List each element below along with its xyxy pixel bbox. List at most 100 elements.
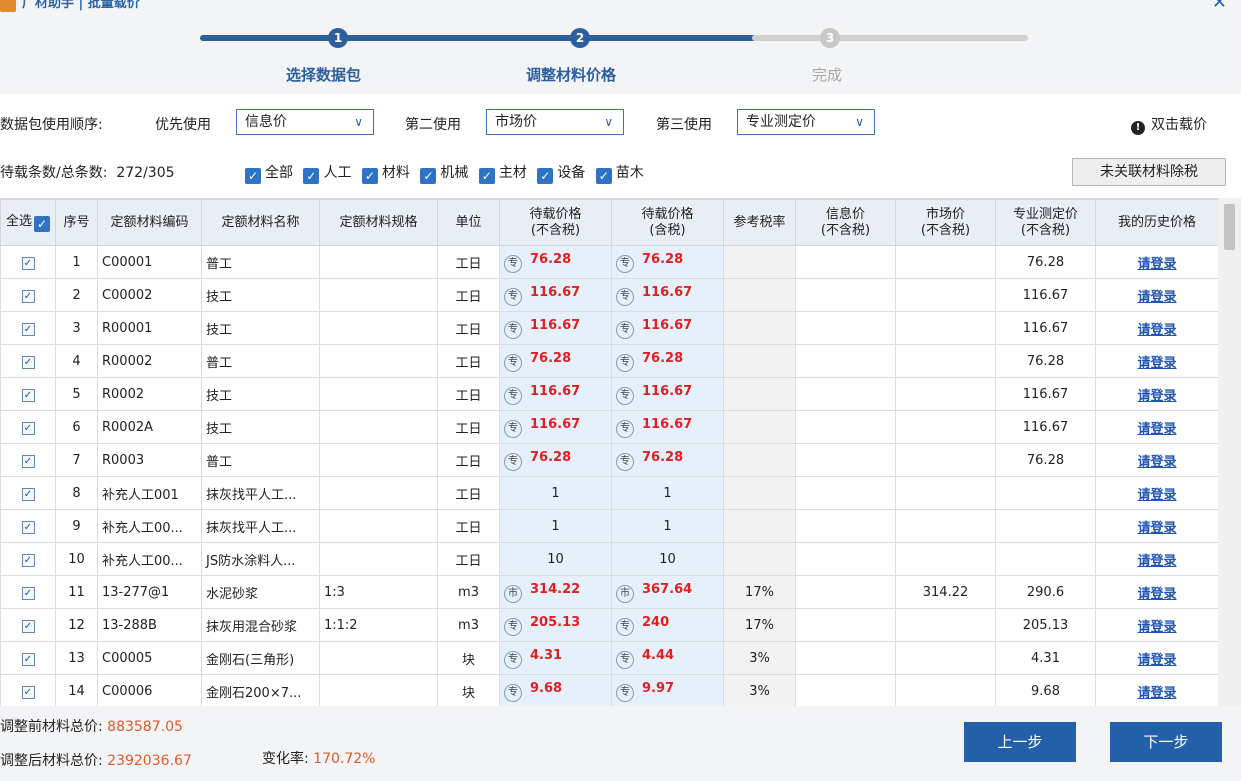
login-link[interactable]: 请登录: [1137, 587, 1176, 602]
row-checkbox[interactable]: ✓: [0, 674, 56, 706]
checkbox-seedling[interactable]: ✓ 苗木: [595, 165, 644, 184]
price-ex-cell[interactable]: 1: [499, 509, 612, 543]
price-in-cell[interactable]: 市 367.64: [611, 575, 724, 609]
price-in-cell[interactable]: 专 240: [611, 608, 724, 642]
checkbox-all[interactable]: ✓ 全部: [245, 165, 293, 184]
table-row[interactable]: ✓ 12 13-288B 抹灰用混合砂浆 1:1:2 m3 专 205.13 专 240 17% 20…: [0, 608, 1218, 642]
table-scrollbar[interactable]: [1218, 198, 1241, 706]
login-link[interactable]: 请登录: [1137, 620, 1176, 635]
close-icon[interactable]: ✕: [1212, 0, 1227, 12]
login-link[interactable]: 请登录: [1137, 455, 1176, 470]
checkbox-machine[interactable]: ✓ 机械: [420, 165, 468, 184]
table-row[interactable]: ✓ 9 补充人工00... 抹灰找平人工... 工日 1 1 请登录: [0, 509, 1218, 543]
checkbox-checked-icon: ✓: [595, 168, 612, 184]
row-checkbox[interactable]: ✓: [0, 377, 56, 411]
price-ex-cell[interactable]: 专 116.67: [499, 311, 612, 345]
table-row[interactable]: ✓ 4 R00002 普工 工日专 76.28 专 76.28 76.28 请登录: [0, 344, 1218, 378]
price-ex-cell[interactable]: 市 314.22: [499, 575, 612, 609]
price-ex-cell[interactable]: 10: [499, 542, 612, 576]
login-link[interactable]: 请登录: [1137, 422, 1176, 437]
price-ex-cell[interactable]: 专 116.67: [499, 278, 612, 312]
header-pro-price: 专业测定价 (不含税): [995, 199, 1096, 246]
row-checkbox[interactable]: ✓: [0, 443, 56, 477]
price-in-cell[interactable]: 专 76.28: [611, 344, 724, 378]
row-checkbox[interactable]: ✓: [0, 311, 56, 345]
row-unit: 块: [437, 674, 500, 706]
table-row[interactable]: ✓ 6 R0002A 技工 工日专 116.67 专 116.67 116.67 请登录: [0, 410, 1218, 444]
row-checkbox[interactable]: ✓: [0, 278, 56, 312]
price-ex-cell[interactable]: 专 116.67: [499, 377, 612, 411]
checkbox-equipment[interactable]: ✓ 设备: [537, 165, 585, 184]
table-row[interactable]: ✓ 2 C00002 技工 工日专 116.67 专 116.67 116.67 请登录: [0, 278, 1218, 312]
login-link[interactable]: 请登录: [1137, 290, 1176, 305]
price-in-cell[interactable]: 10: [611, 542, 724, 576]
next-step-button[interactable]: 下一步: [1110, 722, 1222, 762]
scrollbar-thumb[interactable]: [1224, 204, 1235, 250]
row-checkbox[interactable]: ✓: [0, 476, 56, 510]
price-ex-cell[interactable]: 专 116.67: [499, 410, 612, 444]
row-checkbox[interactable]: ✓: [0, 575, 56, 609]
table-row[interactable]: ✓ 5 R0002 技工 工日专 116.67 专 116.67 116.67 请登录: [0, 377, 1218, 411]
price-ex-cell[interactable]: 专 9.68: [499, 674, 612, 706]
table-row[interactable]: ✓ 8 补充人工001 抹灰找平人工... 工日 1 1 请登录: [0, 476, 1218, 510]
header-select-all[interactable]: 全选 ✓: [0, 199, 56, 246]
table-row[interactable]: ✓ 7 R0003 普工 工日专 76.28 专 76.28 76.28 请登录: [0, 443, 1218, 477]
second-use-select[interactable]: 市场价 ∨: [486, 109, 624, 135]
table-row[interactable]: ✓ 3 R00001 技工 工日专 116.67 专 116.67 116.67 请登录: [0, 311, 1218, 345]
row-checkbox[interactable]: ✓: [0, 410, 56, 444]
table-row[interactable]: ✓ 10 补充人工00... JS防水涂料人... 工日 10 10 请登录: [0, 542, 1218, 576]
price-in-cell[interactable]: 专 116.67: [611, 278, 724, 312]
price-in-value: 4.44: [642, 647, 675, 663]
login-link[interactable]: 请登录: [1137, 356, 1176, 371]
row-spec: [319, 278, 438, 312]
login-link[interactable]: 请登录: [1137, 488, 1176, 503]
price-in-cell[interactable]: 1: [611, 509, 724, 543]
checkbox-main-material[interactable]: ✓ 主材: [478, 165, 527, 184]
checkbox-material[interactable]: ✓ 材料: [361, 165, 410, 184]
row-index: 5: [55, 377, 98, 411]
price-in-cell[interactable]: 专 76.28: [611, 443, 724, 477]
price-in-cell[interactable]: 1: [611, 476, 724, 510]
table-row[interactable]: ✓ 14 C00006 金刚石200×7... 块专 9.68 专 9.97 3% 9.68 请登录: [0, 674, 1218, 706]
price-ex-cell[interactable]: 专 4.31: [499, 641, 612, 675]
price-in-cell[interactable]: 专 116.67: [611, 311, 724, 345]
checkbox-labor[interactable]: ✓ 人工: [303, 165, 351, 184]
price-in-cell[interactable]: 专 116.67: [611, 377, 724, 411]
step-1-marker: 1: [328, 28, 348, 48]
price-ex-cell[interactable]: 专 76.28: [499, 443, 612, 477]
third-use-select[interactable]: 专业测定价 ∨: [737, 109, 875, 135]
login-link[interactable]: 请登录: [1137, 521, 1176, 536]
price-ex-cell[interactable]: 专 205.13: [499, 608, 612, 642]
price-ex-cell[interactable]: 1: [499, 476, 612, 510]
table-row[interactable]: ✓ 1 C00001 普工 工日专 76.28 专 76.28 76.28 请登录: [0, 245, 1218, 279]
row-checkbox[interactable]: ✓: [0, 641, 56, 675]
row-checkbox[interactable]: ✓: [0, 245, 56, 279]
login-link[interactable]: 请登录: [1137, 323, 1176, 338]
first-use-select[interactable]: 信息价 ∨: [236, 109, 374, 135]
login-link[interactable]: 请登录: [1137, 389, 1176, 404]
table-row[interactable]: ✓ 13 C00005 金刚石(三角形) 块专 4.31 专 4.44 3% 4.31 请登录: [0, 641, 1218, 675]
chevron-down-icon: ∨: [354, 115, 363, 129]
price-ex-value: 116.67: [530, 383, 581, 399]
login-link[interactable]: 请登录: [1137, 653, 1176, 668]
price-in-cell[interactable]: 专 116.67: [611, 410, 724, 444]
price-in-cell[interactable]: 专 9.97: [611, 674, 724, 706]
row-checkbox[interactable]: ✓: [0, 509, 56, 543]
price-in-cell[interactable]: 专 76.28: [611, 245, 724, 279]
prev-step-button[interactable]: 上一步: [964, 722, 1076, 762]
remove-tax-button[interactable]: 未关联材料除税: [1072, 158, 1226, 186]
login-link[interactable]: 请登录: [1137, 554, 1176, 569]
row-checkbox[interactable]: ✓: [0, 344, 56, 378]
row-spec: [319, 311, 438, 345]
login-link[interactable]: 请登录: [1137, 257, 1176, 272]
row-checkbox[interactable]: ✓: [0, 542, 56, 576]
row-checkbox[interactable]: ✓: [0, 608, 56, 642]
login-link[interactable]: 请登录: [1137, 686, 1176, 701]
price-in-cell[interactable]: 专 4.44: [611, 641, 724, 675]
table-row[interactable]: ✓ 11 13-277@1 水泥砂浆 1:3 m3 市 314.22 市 367.64 17% 314…: [0, 575, 1218, 609]
row-market-price: [895, 311, 996, 345]
double-click-hint: ! 双击载价: [1131, 114, 1207, 135]
price-ex-cell[interactable]: 专 76.28: [499, 344, 612, 378]
row-market-price: [895, 641, 996, 675]
price-ex-cell[interactable]: 专 76.28: [499, 245, 612, 279]
